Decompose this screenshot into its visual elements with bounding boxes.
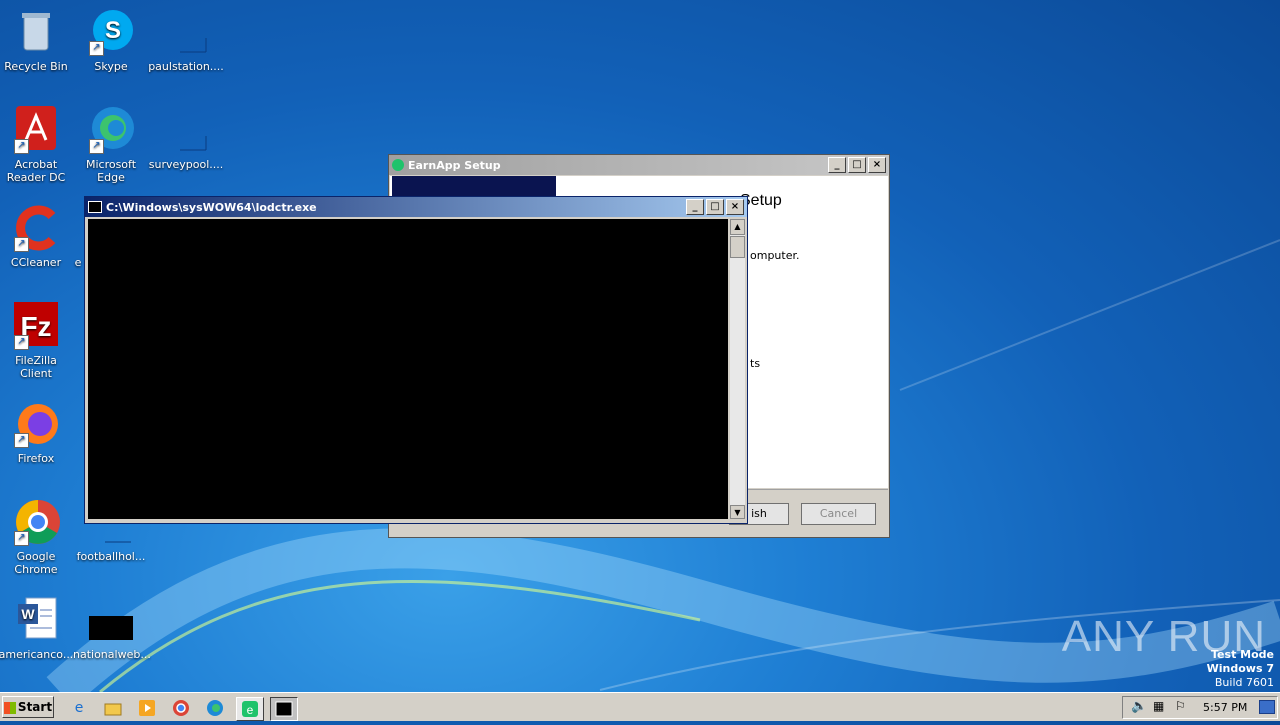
svg-text:W: W: [21, 606, 35, 622]
taskbar: Start e e 🔈 ▦ ⚐ 5:57 PM: [0, 692, 1280, 721]
earnapp-logo-icon: [392, 159, 404, 171]
desktop-icon-label: Firefox: [17, 452, 55, 465]
console-window-icon: [88, 201, 102, 213]
recycle-bin-icon: [12, 8, 60, 56]
skype-icon: S ↗: [87, 8, 135, 56]
earnapp-titlebar[interactable]: EarnApp Setup _ □ ×: [389, 155, 889, 175]
earnapp-taskbar-icon[interactable]: e: [236, 697, 264, 721]
desktop-icon-chrome[interactable]: ↗ Google Chrome: [0, 498, 74, 576]
chrome-icon: ↗: [12, 498, 60, 546]
console-window[interactable]: C:\Windows\sysWOW64\lodctr.exe _ □ × ▲ ▼: [84, 196, 748, 524]
volume-icon[interactable]: 🔈: [1131, 699, 1147, 714]
desktop-icon-label: FileZilla Client: [15, 354, 57, 380]
scroll-down-arrow-icon[interactable]: ▼: [730, 505, 745, 519]
cancel-button[interactable]: Cancel: [801, 503, 876, 525]
network-icon[interactable]: ▦: [1153, 699, 1164, 713]
desktop-icon-surveypool[interactable]: surveypool....: [148, 106, 224, 171]
earnapp-banner-image: [392, 176, 556, 196]
start-label: Start: [17, 700, 53, 714]
file-icon: [162, 106, 210, 154]
explorer-icon[interactable]: [102, 697, 124, 719]
scroll-thumb[interactable]: [730, 236, 745, 258]
test-mode-notice: Test Mode Windows 7 Build 7601: [1207, 648, 1274, 690]
acrobat-icon: ↗: [12, 106, 60, 154]
file-icon: [87, 596, 135, 644]
desktop-icon-acrobat[interactable]: ↗ Acrobat Reader DC: [0, 106, 74, 184]
earnapp-text-line2: ts: [750, 357, 761, 370]
chrome-taskbar-icon[interactable]: [170, 697, 192, 719]
shortcut-arrow-icon: ↗: [89, 41, 104, 56]
desktop-icon-recycle-bin[interactable]: Recycle Bin: [0, 8, 74, 73]
console-output-area[interactable]: [88, 219, 728, 519]
close-button[interactable]: ×: [868, 157, 886, 173]
shortcut-arrow-icon: ↗: [89, 139, 104, 154]
desktop-icon-label: paulstation....: [148, 60, 224, 73]
shortcut-arrow-icon: ↗: [14, 531, 29, 546]
media-player-icon[interactable]: [136, 697, 158, 719]
console-window-title: C:\Windows\sysWOW64\lodctr.exe: [106, 200, 317, 214]
desktop-icon-paulstation[interactable]: paulstation....: [148, 8, 224, 73]
action-center-flag-icon[interactable]: ⚐: [1175, 699, 1186, 713]
console-scrollbar[interactable]: ▲ ▼: [730, 219, 745, 519]
desktop-icon-skype[interactable]: S ↗ Skype: [73, 8, 149, 73]
earnapp-window-title: EarnApp Setup: [408, 158, 501, 172]
scroll-up-arrow-icon[interactable]: ▲: [730, 219, 745, 235]
show-desktop-icon[interactable]: [1259, 700, 1275, 714]
desktop-icon-label: nationalweb...: [73, 648, 151, 661]
close-button[interactable]: ×: [726, 199, 744, 215]
desktop-icon-label: Skype: [94, 60, 128, 73]
desktop-icon-label: surveypool....: [148, 158, 224, 171]
test-mode-line2: Windows 7: [1206, 662, 1274, 675]
earnapp-text-line1: omputer.: [750, 249, 800, 262]
edge-taskbar-icon[interactable]: [204, 697, 226, 719]
minimize-button[interactable]: _: [686, 199, 704, 215]
maximize-button[interactable]: □: [848, 157, 866, 173]
desktop-icon-label: footballhol...: [76, 550, 146, 563]
filezilla-icon: Fz ↗: [12, 302, 60, 350]
ie-icon[interactable]: e: [68, 697, 90, 719]
desktop-icon-nationalweb[interactable]: nationalweb...: [73, 596, 151, 661]
test-mode-line1: Test Mode: [1211, 648, 1274, 661]
system-tray: 🔈 ▦ ⚐ 5:57 PM: [1122, 696, 1278, 719]
shortcut-arrow-icon: ↗: [14, 139, 29, 154]
start-button[interactable]: Start: [2, 696, 54, 718]
firefox-icon: ↗: [12, 400, 60, 448]
windows-logo-icon: [3, 701, 16, 714]
maximize-button[interactable]: □: [706, 199, 724, 215]
minimize-button[interactable]: _: [828, 157, 846, 173]
shortcut-arrow-icon: ↗: [14, 237, 29, 252]
desktop-icon-edge[interactable]: ↗ Microsoft Edge: [73, 106, 149, 184]
test-mode-line3: Build 7601: [1214, 676, 1274, 689]
word-icon: W: [12, 596, 60, 644]
desktop-icon-firefox[interactable]: ↗ Firefox: [0, 400, 74, 465]
desktop-icon-label: Google Chrome: [14, 550, 58, 576]
desktop-icon-americanco[interactable]: W americanco...: [0, 596, 74, 661]
console-taskbar-icon[interactable]: [270, 697, 298, 721]
desktop-icon-filezilla[interactable]: Fz ↗ FileZilla Client: [0, 302, 74, 380]
desktop-icon-label: Microsoft Edge: [85, 158, 137, 184]
desktop-icon-label: Acrobat Reader DC: [6, 158, 66, 184]
desktop-icon-label: e: [74, 256, 82, 269]
desktop-icon-label: americanco...: [0, 648, 74, 661]
clock[interactable]: 5:57 PM: [1203, 701, 1247, 714]
file-icon: [162, 8, 210, 56]
console-titlebar[interactable]: C:\Windows\sysWOW64\lodctr.exe _ □ ×: [85, 197, 747, 217]
svg-text:e: e: [247, 703, 254, 717]
shortcut-arrow-icon: ↗: [14, 433, 29, 448]
desktop-icon-label: Recycle Bin: [4, 60, 68, 73]
svg-text:S: S: [105, 17, 121, 44]
shortcut-arrow-icon: ↗: [14, 335, 29, 350]
edge-icon: ↗: [87, 106, 135, 154]
